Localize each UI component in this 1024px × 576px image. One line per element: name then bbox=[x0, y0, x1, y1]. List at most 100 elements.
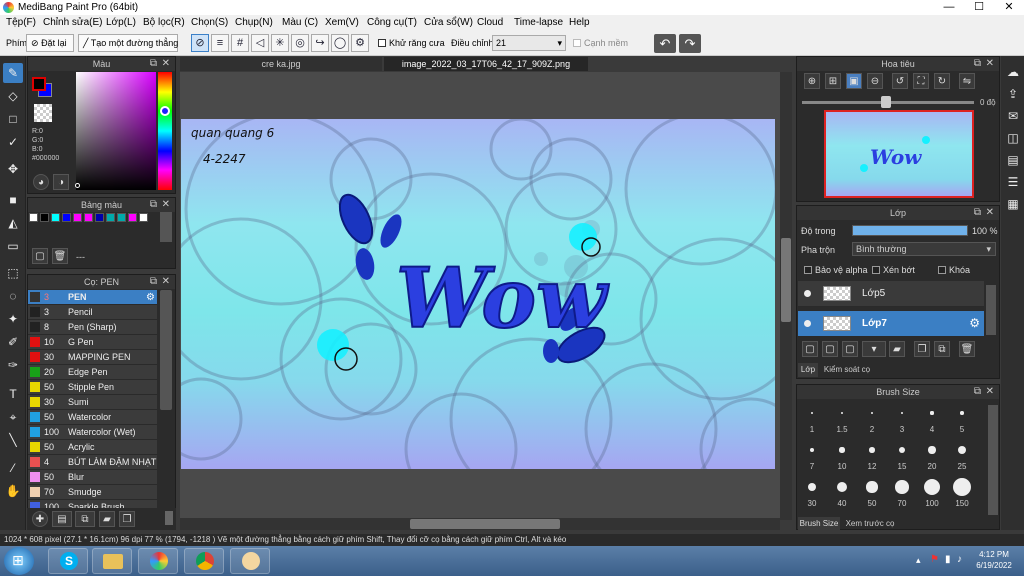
expand-icon[interactable]: ⧉ bbox=[150, 198, 157, 212]
layer-settings-gear-icon[interactable]: ⚙ bbox=[969, 316, 980, 330]
rotation-slider-thumb[interactable] bbox=[881, 96, 891, 108]
tab-image-png[interactable]: image_2022_03_17T06_42_17_909Z.png bbox=[384, 57, 588, 71]
brush-size-option[interactable]: 100 bbox=[917, 477, 947, 508]
menu-layer[interactable]: Lớp(L) bbox=[106, 17, 136, 28]
text-tool-icon[interactable]: T bbox=[3, 384, 23, 404]
brush-size-option[interactable]: 5 bbox=[947, 403, 977, 434]
brush-list-item[interactable]: 20 Edge Pen bbox=[28, 365, 157, 380]
undo-button[interactable]: ↶ bbox=[654, 34, 676, 53]
tab-brush-size[interactable]: Brush Size bbox=[798, 517, 840, 530]
menu-filter[interactable]: Bộ lọc(R) bbox=[143, 17, 185, 28]
zoom-in-icon[interactable]: ⊕ bbox=[804, 73, 820, 89]
brush-size-option[interactable]: 2 bbox=[857, 403, 887, 434]
menu-cloud[interactable]: Cloud bbox=[477, 17, 503, 28]
move-tool-icon[interactable]: ✥ bbox=[3, 159, 23, 179]
rotate-left-icon[interactable]: ↺ bbox=[892, 73, 908, 89]
layer-folder-icon[interactable]: ▰ bbox=[889, 341, 905, 357]
eraser-tool-icon[interactable]: ◇ bbox=[3, 86, 23, 106]
brush-size-option[interactable]: 1.5 bbox=[827, 403, 857, 434]
palette-swatch[interactable] bbox=[62, 213, 71, 222]
shape-tool-icon[interactable]: ■ bbox=[3, 190, 23, 210]
select-eraser-icon[interactable]: ✑ bbox=[3, 355, 23, 375]
palette-swatch[interactable] bbox=[73, 213, 82, 222]
menu-file[interactable]: Tệp(F) bbox=[6, 17, 36, 28]
chat-icon[interactable]: ✉ bbox=[1003, 106, 1023, 126]
menu-color[interactable]: Màu (C) bbox=[282, 17, 318, 28]
artboard[interactable]: Wow quan quang 6 4-2247 bbox=[181, 119, 775, 469]
soft-edge-checkbox[interactable]: Cạnh mềm bbox=[573, 38, 628, 48]
select-pen-icon[interactable]: ✐ bbox=[3, 332, 23, 352]
fit-screen-icon[interactable]: ⛶ bbox=[913, 73, 929, 89]
brush-list-item[interactable]: 50 Stipple Pen bbox=[28, 380, 157, 395]
brush-size-scrollbar[interactable] bbox=[988, 405, 998, 515]
eyedropper-icon[interactable]: ⁄ bbox=[3, 458, 23, 478]
list-icon[interactable]: ☰ bbox=[1003, 172, 1023, 192]
pages-icon[interactable]: ▤ bbox=[1003, 150, 1023, 170]
menu-window[interactable]: Cửa sổ(W) bbox=[424, 17, 473, 28]
palette-icon[interactable]: ◕ bbox=[33, 174, 49, 190]
close-icon[interactable]: ✕ bbox=[162, 57, 170, 71]
close-icon[interactable]: ✕ bbox=[162, 198, 170, 212]
blend-mode-select[interactable]: Bình thường ▾ bbox=[852, 242, 996, 256]
folder-icon[interactable]: ▰ bbox=[99, 511, 115, 527]
brush-list-item[interactable]: 100 Watercolor (Wet) bbox=[28, 425, 157, 440]
brush-size-option[interactable]: 15 bbox=[887, 440, 917, 471]
color-mode-icon[interactable]: ◑ bbox=[53, 174, 69, 190]
sv-cursor[interactable] bbox=[75, 183, 80, 188]
brush-size-option[interactable]: 40 bbox=[827, 477, 857, 508]
brush-list-item[interactable]: 8 Pen (Sharp) bbox=[28, 320, 157, 335]
magic-wand-icon[interactable]: ✦ bbox=[3, 309, 23, 329]
tray-volume-icon[interactable]: ♪ bbox=[957, 554, 962, 565]
horizontal-scrollbar[interactable] bbox=[180, 518, 780, 530]
brush-size-option[interactable]: 30 bbox=[797, 477, 827, 508]
vertical-scroll-thumb[interactable] bbox=[781, 238, 791, 322]
straight-line-button[interactable]: ╱ Tạo một đường thẳng bbox=[78, 34, 178, 52]
lock-checkbox[interactable]: Khóa bbox=[938, 265, 970, 275]
hand-tool-icon[interactable]: ✋ bbox=[3, 481, 23, 501]
palette-swatch[interactable] bbox=[139, 213, 148, 222]
redo-button[interactable]: ↷ bbox=[679, 34, 701, 53]
brush-settings-gear-icon[interactable]: ⚙ bbox=[146, 292, 155, 303]
clip-checkbox[interactable]: Xén bớt bbox=[872, 265, 915, 275]
tab-brush-preview[interactable]: Xem trước cọ bbox=[842, 517, 898, 530]
opacity-slider[interactable] bbox=[852, 225, 968, 236]
navigator-preview[interactable]: Wow bbox=[824, 110, 974, 198]
picture-app-taskbar-button[interactable] bbox=[138, 548, 178, 574]
grid-ruler-icon[interactable]: # bbox=[231, 34, 249, 52]
brush-list-item[interactable]: 10 G Pen bbox=[28, 335, 157, 350]
expand-icon[interactable]: ⧉ bbox=[150, 275, 157, 289]
vertical-scrollbar[interactable] bbox=[780, 72, 792, 520]
brush-size-option[interactable]: 70 bbox=[887, 477, 917, 508]
brush-copy-icon[interactable]: ⧉ bbox=[75, 511, 95, 527]
brush-size-option[interactable]: 50 bbox=[857, 477, 887, 508]
delete-palette-icon[interactable]: 🗑 bbox=[52, 248, 68, 264]
brush-list-item[interactable]: 70 Smudge bbox=[28, 485, 157, 500]
minimize-button[interactable]: — bbox=[934, 0, 964, 15]
brush-footer-scroll[interactable] bbox=[165, 511, 173, 525]
palette-scrollbar[interactable] bbox=[160, 212, 172, 242]
close-icon[interactable]: ✕ bbox=[986, 57, 994, 71]
close-icon[interactable]: ✕ bbox=[986, 206, 994, 220]
palette-swatch[interactable] bbox=[95, 213, 104, 222]
palette-swatch[interactable] bbox=[29, 213, 38, 222]
tray-flag-icon[interactable]: ⚑ bbox=[930, 554, 939, 565]
flip-icon[interactable]: ⇋ bbox=[959, 73, 975, 89]
divide-tool-icon[interactable]: ╲ bbox=[3, 430, 23, 450]
material-icon[interactable]: ◫ bbox=[1003, 128, 1023, 148]
close-icon[interactable]: ✕ bbox=[986, 385, 994, 399]
tab-brush-control[interactable]: Kiểm soát cọ bbox=[820, 363, 874, 377]
horizontal-scroll-thumb[interactable] bbox=[410, 519, 560, 529]
select-rect-icon[interactable]: ⬚ bbox=[3, 263, 23, 283]
brush-list-item[interactable]: 4 BÚT LÀM ĐẬM NHẠT bbox=[28, 455, 157, 470]
transparent-color-swatch[interactable] bbox=[34, 104, 52, 122]
close-button[interactable]: ✕ bbox=[994, 0, 1024, 15]
ellipse-ruler-icon[interactable]: ◯ bbox=[331, 34, 349, 52]
tab-cre-ka[interactable]: cre ka.jpg bbox=[180, 57, 382, 71]
start-button[interactable]: ⊞ bbox=[4, 547, 34, 575]
brush-list-item[interactable]: 3 Pencil bbox=[28, 305, 157, 320]
zoom-fit-icon[interactable]: ⊞ bbox=[825, 73, 841, 89]
expand-icon[interactable]: ⧉ bbox=[974, 206, 981, 220]
zoom-actual-icon[interactable]: ▣ bbox=[846, 73, 862, 89]
zoom-out-icon[interactable]: ⊖ bbox=[867, 73, 883, 89]
new-layer-8bit-icon[interactable]: ▢ bbox=[822, 341, 838, 357]
